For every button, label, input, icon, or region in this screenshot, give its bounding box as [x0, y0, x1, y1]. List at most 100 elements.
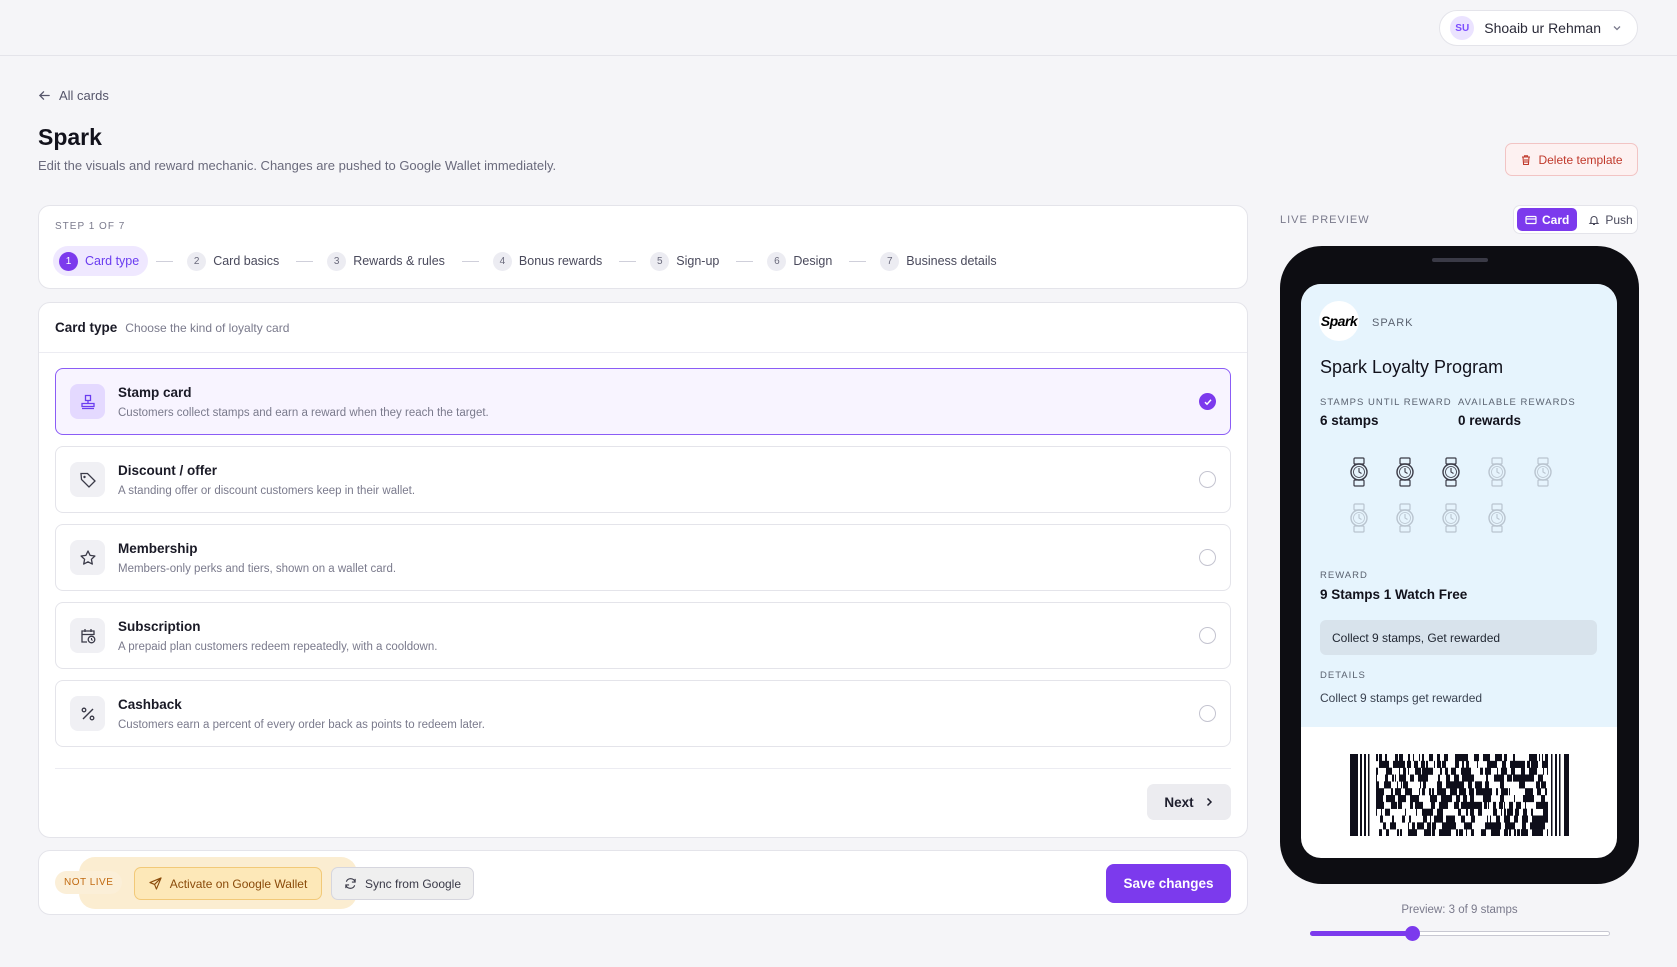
barcode-module — [1535, 767, 1537, 775]
radio-unchecked[interactable] — [1199, 549, 1216, 566]
barcode-module — [1481, 829, 1484, 836]
radio-unchecked[interactable] — [1199, 471, 1216, 488]
barcode-module — [1465, 801, 1468, 809]
option-discount-offer[interactable]: Discount / offer A standing offer or dis… — [55, 446, 1231, 513]
stat-value: 6 stamps — [1320, 413, 1379, 428]
barcode-guard — [1350, 754, 1358, 836]
barcode-module — [1455, 760, 1459, 768]
barcode-module — [1403, 781, 1405, 789]
sync-google-button[interactable]: Sync from Google — [331, 867, 474, 900]
page-subtitle: Edit the visuals and reward mechanic. Ch… — [38, 158, 557, 173]
barcode-module — [1437, 815, 1438, 823]
card-header: Spark SPARK Spark Loyalty Program STAMPS… — [1301, 284, 1617, 727]
step-card-type[interactable]: 1 Card type — [53, 246, 149, 276]
avatar: SU — [1450, 16, 1475, 40]
next-button[interactable]: Next — [1147, 784, 1231, 820]
delete-template-button[interactable]: Delete template — [1505, 143, 1638, 176]
step-rewards-rules[interactable]: 3 Rewards & rules — [321, 246, 454, 276]
barcode-module — [1423, 781, 1426, 789]
barcode-module — [1503, 760, 1506, 768]
step-bonus-rewards[interactable]: 4 Bonus rewards — [487, 246, 611, 276]
tab-push[interactable]: Push — [1580, 208, 1640, 231]
barcode-module — [1491, 788, 1492, 796]
barcode-module — [1463, 781, 1464, 789]
barcode-module — [1385, 781, 1389, 789]
barcode-module — [1391, 801, 1395, 809]
barcode-module — [1415, 801, 1417, 809]
barcode-module — [1410, 795, 1413, 803]
barcode-module — [1454, 801, 1458, 809]
barcode-module — [1545, 788, 1546, 796]
barcode-module — [1419, 788, 1420, 796]
option-membership[interactable]: Membership Members-only perks and tiers,… — [55, 524, 1231, 591]
barcode-module — [1505, 767, 1507, 775]
barcode-module — [1518, 801, 1521, 809]
option-description: A standing offer or discount customers k… — [118, 485, 416, 497]
step-card-basics[interactable]: 2 Card basics — [181, 246, 288, 276]
barcode-module — [1510, 808, 1513, 816]
barcode-module — [1413, 795, 1417, 803]
tab-card[interactable]: Card — [1517, 208, 1578, 231]
details-value: Collect 9 stamps get rewarded — [1320, 691, 1483, 705]
percent-icon — [70, 696, 105, 731]
barcode-module — [1379, 754, 1381, 762]
barcode-module — [1520, 760, 1521, 768]
step-sign-up[interactable]: 5 Sign-up — [644, 246, 728, 276]
step-business-details[interactable]: 7 Business details — [874, 246, 1005, 276]
barcode-module — [1395, 760, 1399, 768]
card-type-header: Card type Choose the kind of loyalty car… — [39, 303, 1247, 353]
radio-unchecked[interactable] — [1199, 705, 1216, 722]
barcode-module — [1446, 829, 1450, 836]
barcode-module — [1395, 801, 1397, 809]
step-label: Sign-up — [676, 254, 720, 268]
radio-unchecked[interactable] — [1199, 627, 1216, 644]
barcode-module — [1402, 760, 1405, 768]
barcode-module — [1504, 808, 1506, 816]
barcode-module — [1432, 829, 1435, 836]
radio-checked[interactable] — [1199, 393, 1216, 410]
back-label: All cards — [59, 88, 109, 103]
barcode-module — [1508, 808, 1510, 816]
user-menu[interactable]: SU Shoaib ur Rehman — [1439, 10, 1638, 46]
barcode-module — [1463, 795, 1467, 803]
barcode-module — [1523, 829, 1525, 836]
barcode-guard — [1564, 754, 1569, 836]
barcode-module — [1395, 754, 1398, 762]
barcode-module — [1410, 801, 1413, 809]
barcode-module — [1463, 767, 1465, 775]
barcode-module — [1484, 754, 1486, 762]
barcode-module — [1525, 815, 1528, 823]
barcode-module — [1434, 815, 1437, 823]
barcode-module — [1494, 822, 1497, 830]
save-changes-button[interactable]: Save changes — [1106, 864, 1231, 903]
slider-thumb[interactable] — [1405, 926, 1420, 941]
divider — [55, 768, 1231, 769]
step-design[interactable]: 6 Design — [761, 246, 841, 276]
barcode-module — [1429, 788, 1431, 796]
barcode-module — [1542, 822, 1545, 830]
barcode-module — [1444, 822, 1446, 830]
barcode-module — [1504, 754, 1507, 762]
barcode-module — [1403, 774, 1406, 782]
back-link[interactable]: All cards — [38, 88, 109, 103]
stamp-preview-slider[interactable] — [1310, 924, 1610, 942]
activate-google-wallet-button[interactable]: Activate on Google Wallet — [134, 867, 322, 900]
option-stamp-card[interactable]: Stamp card Customers collect stamps and … — [55, 368, 1231, 435]
barcode-module — [1521, 829, 1523, 836]
step-number: 4 — [492, 251, 512, 271]
barcode-module — [1470, 774, 1473, 782]
barcode-module — [1387, 760, 1389, 768]
barcode-module — [1490, 767, 1491, 775]
barcode-module — [1419, 754, 1420, 762]
barcode-module — [1445, 801, 1446, 809]
option-subscription[interactable]: Subscription A prepaid plan customers re… — [55, 602, 1231, 669]
barcode-module — [1464, 822, 1466, 830]
barcode-module — [1417, 795, 1418, 803]
barcode-module — [1471, 829, 1474, 836]
barcode-module — [1422, 767, 1426, 775]
preview-caption: Preview: 3 of 9 stamps — [1401, 904, 1518, 916]
barcode-module — [1458, 801, 1459, 809]
option-cashback[interactable]: Cashback Customers earn a percent of eve… — [55, 680, 1231, 747]
step-label: Rewards & rules — [353, 254, 445, 268]
barcode-module — [1448, 822, 1452, 830]
